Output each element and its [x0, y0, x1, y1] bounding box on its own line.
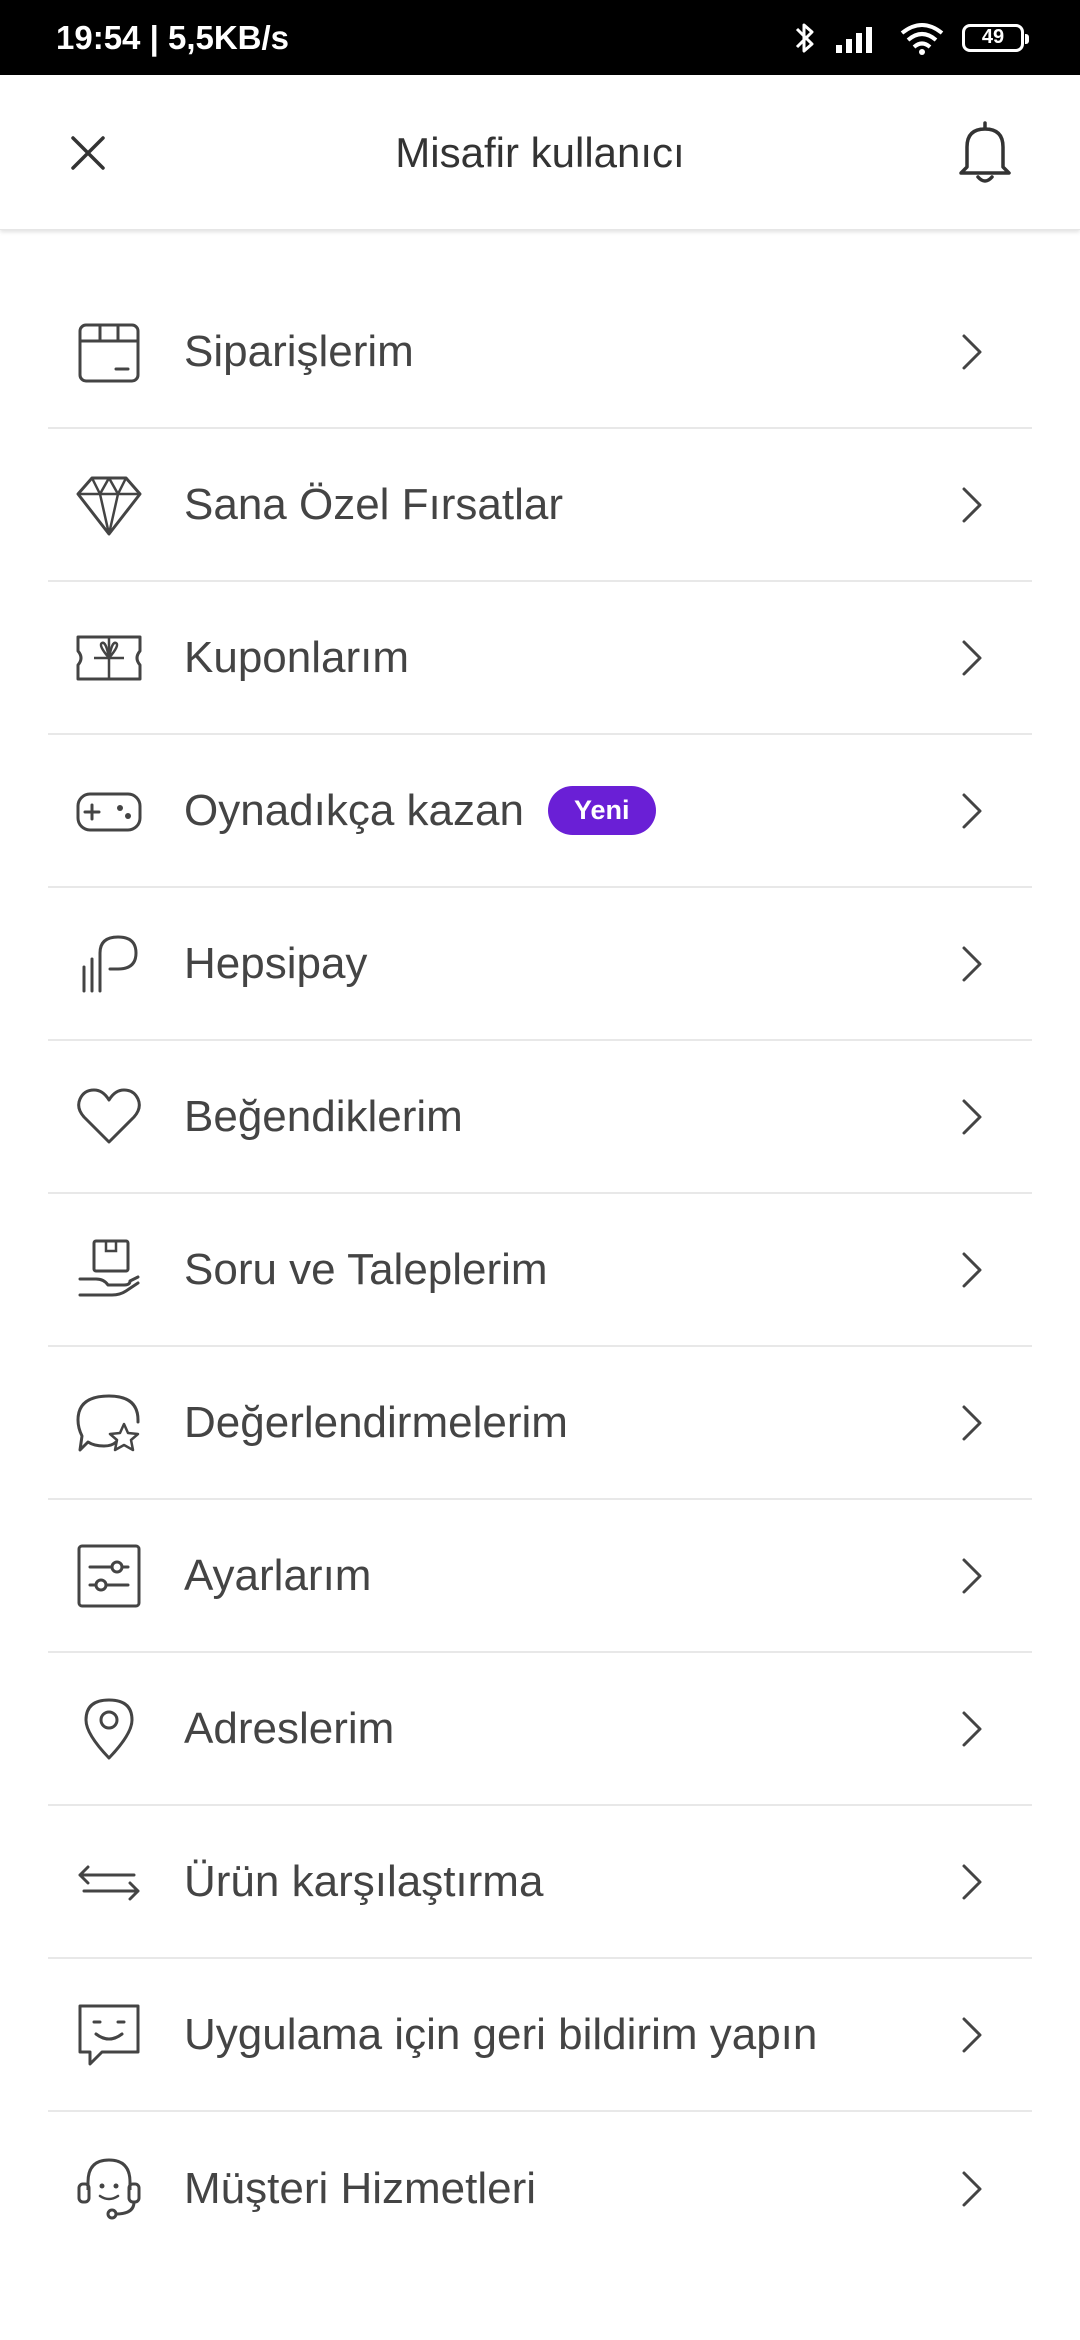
menu-item-label: Sana Özel Fırsatlar [184, 479, 564, 529]
gamepad-icon [73, 775, 145, 847]
menu-item-label: Beğendiklerim [184, 1091, 463, 1141]
chevron-right-icon [950, 636, 994, 680]
menu-item-label: Hepsipay [184, 938, 368, 988]
chevron-right-icon [950, 1860, 994, 1904]
close-icon [71, 136, 105, 170]
review-star-icon [73, 1387, 145, 1459]
menu-item-favorites[interactable]: Beğendiklerim [48, 1041, 1032, 1194]
battery-icon: 49 [962, 23, 1029, 52]
diamond-icon [73, 469, 145, 541]
menu-item-settings[interactable]: Ayarlarım [48, 1500, 1032, 1653]
chevron-right-icon [950, 1707, 994, 1751]
menu-item-reviews[interactable]: Değerlendirmelerim [48, 1347, 1032, 1500]
wifi-icon [900, 21, 944, 55]
menu-item-label: Ayarlarım [184, 1550, 372, 1600]
heart-icon [73, 1081, 145, 1153]
menu-item-app-feedback[interactable]: Uygulama için geri bildirim yapın [48, 1959, 1032, 2112]
new-badge: Yeni [547, 786, 656, 835]
menu-item-special-offers[interactable]: Sana Özel Fırsatlar [48, 429, 1032, 582]
menu-item-hepsipay[interactable]: Hepsipay [48, 888, 1032, 1041]
chevron-right-icon [950, 483, 994, 527]
menu-item-label: Soru ve Taleplerim [184, 1244, 548, 1294]
chevron-right-icon [950, 942, 994, 986]
chevron-right-icon [950, 789, 994, 833]
top-app-bar: Misafir kullanıcı [0, 75, 1080, 230]
menu-item-label: Kuponlarım [184, 632, 410, 682]
menu-item-label: Uygulama için geri bildirim yapın [184, 2009, 818, 2059]
settings-sliders-icon [73, 1540, 145, 1612]
chevron-right-icon [950, 2013, 994, 2057]
menu-item-coupons[interactable]: Kuponlarım [48, 582, 1032, 735]
battery-level: 49 [981, 26, 1005, 48]
menu-item-label: Değerlendirmelerim [184, 1397, 568, 1447]
notifications-button[interactable] [950, 117, 1020, 187]
chevron-right-icon [950, 1095, 994, 1139]
menu-item-label: Siparişlerim [184, 326, 414, 376]
menu-item-orders[interactable]: Siparişlerim [48, 276, 1032, 429]
close-button[interactable] [60, 125, 116, 181]
signal-icon [834, 23, 882, 53]
account-menu: Siparişlerim Sana Özel Fırsatlar Kuponla… [48, 276, 1032, 2265]
bell-icon [959, 121, 1011, 183]
feedback-icon [73, 1999, 145, 2071]
box-icon [73, 316, 145, 388]
headset-icon [73, 2153, 145, 2225]
coupon-icon [73, 622, 145, 694]
hand-box-icon [73, 1234, 145, 1306]
bluetooth-icon [794, 20, 816, 56]
chevron-right-icon [950, 330, 994, 374]
status-time-speed: 19:54 | 5,5KB/s [56, 18, 290, 56]
menu-item-play-and-win[interactable]: Oynadıkça kazan Yeni [48, 735, 1032, 888]
hepsipay-icon [73, 928, 145, 1000]
location-pin-icon [73, 1693, 145, 1765]
menu-item-addresses[interactable]: Adreslerim [48, 1653, 1032, 1806]
status-bar: 19:54 | 5,5KB/s 49 [0, 0, 1080, 75]
menu-item-product-compare[interactable]: Ürün karşılaştırma [48, 1806, 1032, 1959]
chevron-right-icon [950, 2167, 994, 2211]
menu-item-label: Adreslerim [184, 1703, 395, 1753]
chevron-right-icon [950, 1401, 994, 1445]
chevron-right-icon [950, 1248, 994, 1292]
menu-item-label: Müşteri Hizmetleri [184, 2163, 537, 2213]
compare-arrows-icon [73, 1846, 145, 1918]
chevron-right-icon [950, 1554, 994, 1598]
menu-item-label: Oynadıkça kazan [184, 785, 524, 835]
menu-item-label: Ürün karşılaştırma [184, 1856, 544, 1906]
menu-item-customer-service[interactable]: Müşteri Hizmetleri [48, 2112, 1032, 2265]
menu-item-requests[interactable]: Soru ve Taleplerim [48, 1194, 1032, 1347]
page-title: Misafir kullanıcı [395, 128, 685, 176]
status-icons: 49 [794, 20, 1029, 56]
